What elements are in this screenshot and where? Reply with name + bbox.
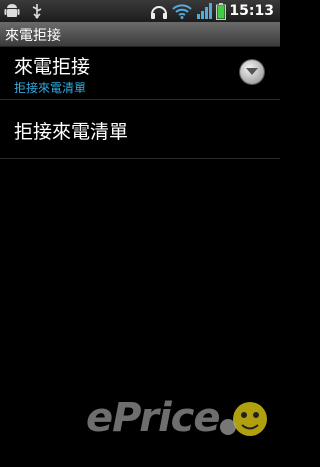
wifi-icon [172, 4, 192, 19]
page-title: 來電拒接 [5, 28, 61, 44]
watermark-logo: ePrice [86, 389, 272, 453]
watermark-text: ePrice [86, 395, 220, 441]
divider [0, 158, 280, 159]
usb-icon [32, 4, 42, 19]
clock: 15:13 [229, 3, 274, 19]
dropdown-button[interactable] [240, 60, 264, 84]
setting-row-reject-list[interactable]: 拒接來電清單 [0, 100, 280, 158]
signal-icon [197, 3, 212, 19]
setting-title: 拒接來電清單 [14, 121, 129, 143]
battery-icon [216, 3, 226, 20]
android-icon [4, 4, 20, 17]
setting-summary: 拒接來電清單 [14, 81, 87, 95]
chevron-down-icon [246, 68, 258, 75]
setting-row-call-reject[interactable]: 來電拒接 拒接來電清單 [0, 47, 280, 99]
setting-title: 來電拒接 [14, 56, 91, 78]
status-bar: 15:13 [0, 0, 280, 22]
title-bar: 來電拒接 [0, 22, 280, 47]
mascot-icon [220, 402, 267, 436]
headset-icon [151, 6, 167, 19]
